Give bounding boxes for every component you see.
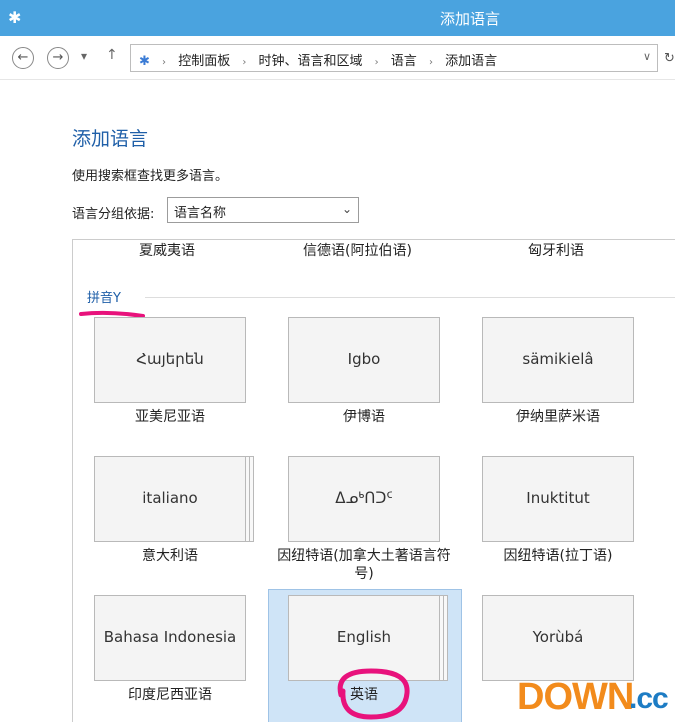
language-tile[interactable]: Bahasa Indonesia bbox=[94, 595, 246, 681]
address-bar-row: ← → ▾ ↑ ✱ › 控制面板 › 时钟、语言和区域 › 语言 › 添加语言 … bbox=[0, 36, 675, 80]
search-hint: 使用搜索框查找更多语言。 bbox=[72, 169, 229, 184]
back-button[interactable]: ← bbox=[12, 47, 34, 69]
language-globe-icon: ✱ bbox=[8, 8, 22, 27]
refresh-icon[interactable]: ↻ bbox=[664, 51, 675, 66]
recent-locations-icon[interactable]: ▾ bbox=[81, 49, 87, 63]
language-caption: 伊博语 bbox=[343, 409, 385, 425]
control-panel-icon: ✱ bbox=[139, 54, 150, 69]
watermark-logo: DOWN .cc bbox=[517, 676, 669, 718]
window-title: 添加语言 bbox=[440, 10, 501, 28]
breadcrumb: ✱ › 控制面板 › 时钟、语言和区域 › 语言 › 添加语言 bbox=[139, 54, 498, 69]
language-caption: 因纽特语(加拿大土著语言符号) bbox=[277, 548, 451, 582]
chevron-down-icon[interactable]: ∨ bbox=[643, 50, 651, 63]
chevron-down-icon: ⌄ bbox=[341, 202, 352, 216]
breadcrumb-item[interactable]: 控制面板 bbox=[178, 54, 230, 69]
list-item[interactable]: 匈牙利语 bbox=[528, 240, 584, 262]
group-by-select[interactable]: 语言名称 ⌄ bbox=[167, 197, 359, 223]
up-arrow-icon[interactable]: ↑ bbox=[106, 47, 118, 63]
language-caption: 因纽特语(拉丁语) bbox=[503, 548, 613, 564]
section-header: 拼音Y bbox=[87, 291, 121, 306]
language-tile[interactable]: Inuktitut bbox=[482, 456, 634, 542]
title-bar: ✱ 添加语言 bbox=[0, 0, 675, 36]
language-caption: 伊纳里萨米语 bbox=[516, 409, 600, 425]
breadcrumb-item[interactable]: 时钟、语言和区域 bbox=[258, 54, 362, 69]
page-title: 添加语言 bbox=[72, 128, 149, 150]
language-tile[interactable]: Yorùbá bbox=[482, 595, 634, 681]
language-list[interactable]: 夏威夷语 信德语(阿拉伯语) 匈牙利语 拼音Y Հայերեն 亚美尼亚语 Ig… bbox=[72, 239, 675, 722]
language-tile[interactable]: italiano bbox=[94, 456, 246, 542]
list-item[interactable]: 信德语(阿拉伯语) bbox=[303, 240, 412, 262]
language-tile[interactable]: Հայերեն bbox=[94, 317, 246, 403]
group-by-label: 语言分组依据: bbox=[72, 207, 155, 222]
list-item[interactable]: 夏威夷语 bbox=[139, 240, 195, 262]
language-tile[interactable]: sämikielâ bbox=[482, 317, 634, 403]
forward-button[interactable]: → bbox=[47, 47, 69, 69]
language-caption: 亚美尼亚语 bbox=[135, 409, 205, 425]
group-by-value: 语言名称 bbox=[174, 206, 227, 221]
language-tile[interactable]: ᐃᓄᒃᑎᑐᑦ bbox=[288, 456, 440, 542]
address-field[interactable]: ✱ › 控制面板 › 时钟、语言和区域 › 语言 › 添加语言 ∨ bbox=[130, 44, 658, 72]
language-caption: 意大利语 bbox=[142, 548, 198, 564]
language-tile[interactable]: Igbo bbox=[288, 317, 440, 403]
highlight-circle bbox=[337, 668, 410, 720]
language-caption: 印度尼西亚语 bbox=[128, 687, 212, 703]
section-divider bbox=[145, 297, 675, 298]
breadcrumb-item[interactable]: 语言 bbox=[391, 54, 417, 69]
breadcrumb-item[interactable]: 添加语言 bbox=[445, 54, 497, 69]
